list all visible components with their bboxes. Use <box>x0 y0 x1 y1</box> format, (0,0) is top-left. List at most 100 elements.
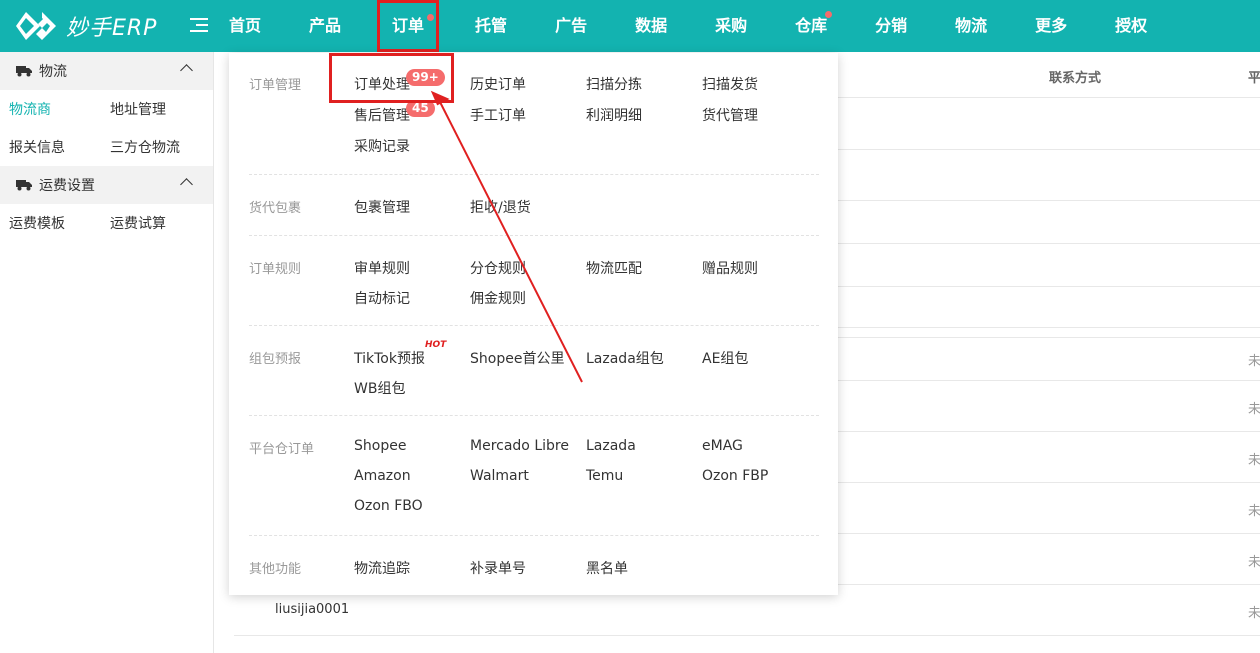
app-logo[interactable]: 妙手ERP <box>14 8 157 44</box>
notification-dot <box>427 14 435 21</box>
sidebar-item-freight-calculator[interactable]: 运费试算 <box>101 213 202 233</box>
sidebar-item-logistics-provider[interactable]: 物流商 <box>0 99 101 119</box>
sidebar-item-third-party-warehouse[interactable]: 三方仓物流 <box>101 137 202 157</box>
logo-text: 妙手ERP <box>66 16 158 41</box>
sidebar-group-logistics[interactable]: 物流 <box>0 52 213 90</box>
section-title: 订单规则 <box>249 262 302 277</box>
nav-item-7[interactable]: 仓库 <box>788 0 834 52</box>
section-title: 平台仓订单 <box>249 442 315 457</box>
sidebar-group-label: 运费设置 <box>39 178 95 194</box>
nav-item-label: 仓库 <box>795 16 828 35</box>
menu-item-review-rules[interactable]: 审单规则 <box>354 258 410 278</box>
menu-item-scan-ship[interactable]: 扫描发货 <box>702 74 758 94</box>
nav-item-label: 托管 <box>475 16 508 35</box>
nav-item-label: 首页 <box>229 16 262 35</box>
nav-item-2[interactable]: 订单 <box>377 0 440 52</box>
nav-item-9[interactable]: 物流 <box>948 0 994 52</box>
menu-item-walmart[interactable]: Walmart <box>470 468 529 484</box>
sidebar: 物流 物流商 地址管理 报关信息 三方仓物流 运费设置 运费模板 运费试算 <box>0 52 214 653</box>
menu-item-order-history[interactable]: 历史订单 <box>470 74 526 94</box>
menu-item-after-sales[interactable]: 售后管理 <box>354 105 410 125</box>
nav-item-label: 订单 <box>392 16 425 35</box>
section-divider <box>249 235 819 236</box>
menu-item-gift-rules[interactable]: 赠品规则 <box>702 258 758 278</box>
row-status: 未 <box>1248 555 1260 570</box>
menu-toggle-icon[interactable] <box>190 14 208 36</box>
menu-item-blacklist[interactable]: 黑名单 <box>586 558 628 578</box>
section-title: 组包预报 <box>249 352 302 367</box>
chevron-up-icon <box>180 178 193 191</box>
nav-item-label: 采购 <box>715 16 748 35</box>
menu-item-mercado-libre[interactable]: Mercado Libre <box>470 438 569 454</box>
menu-item-logistics-match[interactable]: 物流匹配 <box>586 258 642 278</box>
nav-item-6[interactable]: 采购 <box>708 0 754 52</box>
menu-item-ae-package[interactable]: AE组包 <box>702 348 748 368</box>
chevron-up-icon <box>180 64 193 77</box>
menu-item-purchase-record[interactable]: 采购记录 <box>354 136 410 156</box>
menu-item-logistics-tracking[interactable]: 物流追踪 <box>354 558 410 578</box>
row-status: 未 <box>1248 402 1260 417</box>
nav-item-10[interactable]: 更多 <box>1028 0 1074 52</box>
nav-item-0[interactable]: 首页 <box>222 0 268 52</box>
menu-item-warehouse-rules[interactable]: 分仓规则 <box>470 258 526 278</box>
menu-item-amazon[interactable]: Amazon <box>354 468 411 484</box>
table-cell-name: liusijia0001 <box>275 602 350 617</box>
section-divider <box>249 535 819 536</box>
menu-item-emag[interactable]: eMAG <box>702 438 743 454</box>
nav-item-5[interactable]: 数据 <box>628 0 674 52</box>
row-divider <box>234 635 1260 636</box>
nav-item-label: 广告 <box>555 16 588 35</box>
nav-item-3[interactable]: 托管 <box>468 0 514 52</box>
row-status: 未 <box>1248 606 1260 621</box>
menu-item-profit-detail[interactable]: 利润明细 <box>586 105 642 125</box>
menu-item-auto-tag[interactable]: 自动标记 <box>354 288 410 308</box>
section-divider <box>249 174 819 175</box>
menu-item-forwarder-management[interactable]: 货代管理 <box>702 105 758 125</box>
nav-item-label: 数据 <box>635 16 668 35</box>
menu-item-supplement-tracking-number[interactable]: 补录单号 <box>470 558 526 578</box>
menu-item-tiktok-forecast[interactable]: TikTok预报 <box>354 348 425 368</box>
logo-icon <box>16 12 56 40</box>
menu-item-lazada[interactable]: Lazada <box>586 438 636 454</box>
nav-item-label: 物流 <box>955 16 988 35</box>
sidebar-group-freight[interactable]: 运费设置 <box>0 166 213 204</box>
nav-item-4[interactable]: 广告 <box>548 0 594 52</box>
row-status: 未 <box>1248 504 1260 519</box>
menu-item-reject-return[interactable]: 拒收/退货 <box>470 197 531 217</box>
menu-item-lazada-package[interactable]: Lazada组包 <box>586 348 664 368</box>
nav-item-label: 分销 <box>875 16 908 35</box>
sidebar-item-address-management[interactable]: 地址管理 <box>101 99 202 119</box>
top-nav-bar: 妙手ERP 首页 产品 订单 托管 广告 数据 采购 仓库 分销 物流 更多 授权 <box>0 0 1260 52</box>
menu-item-scan-sort[interactable]: 扫描分拣 <box>586 74 642 94</box>
section-title: 订单管理 <box>249 78 302 93</box>
section-title: 其他功能 <box>249 562 302 577</box>
sidebar-group-label: 物流 <box>39 64 67 80</box>
nav-item-11[interactable]: 授权 <box>1108 0 1154 52</box>
menu-item-commission-rules[interactable]: 佣金规则 <box>470 288 526 308</box>
nav-item-label: 更多 <box>1035 16 1068 35</box>
menu-item-temu[interactable]: Temu <box>586 468 623 484</box>
nav-item-1[interactable]: 产品 <box>302 0 348 52</box>
truck-icon <box>16 66 32 77</box>
menu-item-parcel-management[interactable]: 包裹管理 <box>354 197 410 217</box>
menu-item-manual-order[interactable]: 手工订单 <box>470 105 526 125</box>
row-status: 未 <box>1248 453 1260 468</box>
truck-icon <box>16 180 32 191</box>
section-title: 货代包裹 <box>249 201 302 216</box>
menu-item-shopee-first-mile[interactable]: Shopee首公里 <box>470 348 564 368</box>
section-divider <box>249 325 819 326</box>
order-dropdown-menu: 订单管理 订单处理 历史订单 扫描分拣 扫描发货 售后管理 手工订单 利润明细 … <box>229 53 838 595</box>
notification-dot <box>825 11 833 18</box>
nav-item-8[interactable]: 分销 <box>868 0 914 52</box>
annotation-highlight-box <box>329 53 454 103</box>
nav-item-label: 授权 <box>1115 16 1148 35</box>
menu-item-ozon-fbp[interactable]: Ozon FBP <box>702 468 768 484</box>
nav-item-label: 产品 <box>309 16 342 35</box>
sidebar-item-customs-info[interactable]: 报关信息 <box>0 137 101 157</box>
sidebar-item-freight-template[interactable]: 运费模板 <box>0 213 101 233</box>
section-divider <box>249 415 819 416</box>
column-header-contact: 联系方式 <box>1049 71 1102 86</box>
menu-item-ozon-fbo[interactable]: Ozon FBO <box>354 498 423 514</box>
menu-item-wb-package[interactable]: WB组包 <box>354 378 405 398</box>
menu-item-shopee[interactable]: Shopee <box>354 438 406 454</box>
